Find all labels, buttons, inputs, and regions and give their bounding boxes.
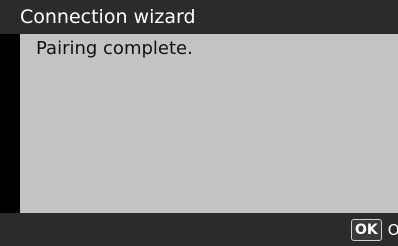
message-panel: Pairing complete. — [20, 34, 398, 213]
title-bar: Connection wizard — [0, 0, 398, 34]
ok-button[interactable]: OK OK — [351, 219, 398, 241]
ok-button-icon: OK — [351, 219, 382, 241]
window-title: Connection wizard — [20, 6, 196, 28]
ok-button-label: OK — [387, 221, 398, 239]
status-message: Pairing complete. — [36, 38, 193, 59]
camera-screen: Connection wizard Pairing complete. OK O… — [0, 0, 398, 246]
bottom-bar: OK OK — [0, 213, 398, 246]
